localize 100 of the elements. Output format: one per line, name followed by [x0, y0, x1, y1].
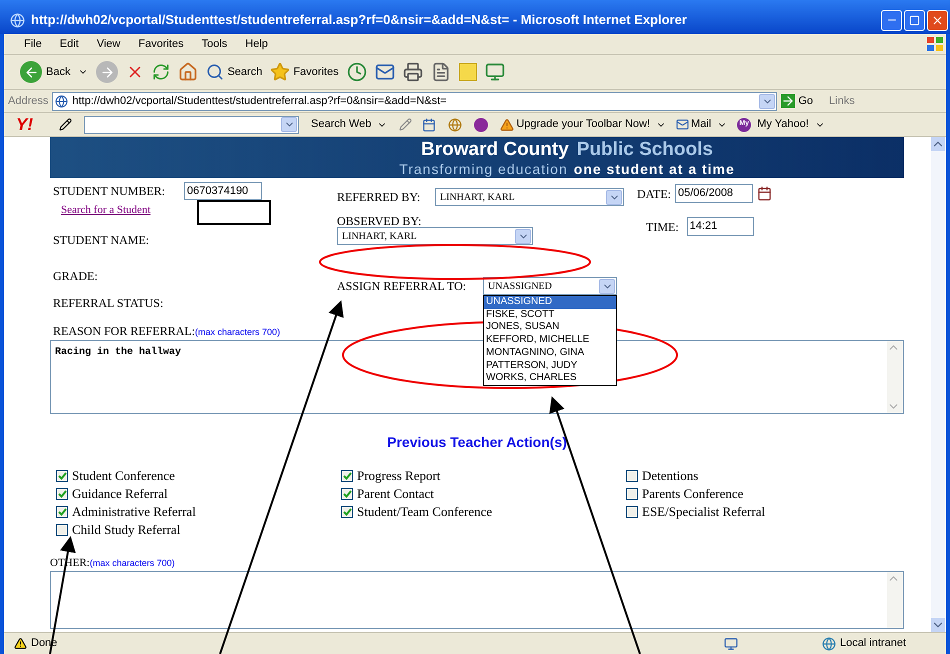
dropdown-arrow-button[interactable] — [759, 94, 776, 108]
search-student-link[interactable]: Search for a Student — [61, 202, 150, 218]
menu-item[interactable]: File — [24, 36, 42, 52]
banner-tagline-emphasis: one student at a time — [574, 162, 735, 176]
menu-item[interactable]: Tools — [202, 36, 228, 52]
field-label: GRADE: — [53, 268, 99, 284]
pencil-icon[interactable] — [59, 118, 72, 131]
checkbox-label: Administrative Referral — [72, 502, 196, 520]
field-label: REASON FOR REFERRAL: — [53, 322, 196, 340]
checkbox[interactable] — [626, 470, 638, 482]
dropdown-arrow-button[interactable] — [515, 228, 531, 244]
dropdown-option[interactable]: JONES, SUSAN — [484, 321, 616, 334]
checkbox-label: Parent Contact — [357, 484, 434, 502]
go-button[interactable]: Go — [781, 92, 814, 110]
my-yahoo-button[interactable]: My Yahoo! — [757, 116, 809, 133]
back-button[interactable]: Back — [20, 61, 70, 83]
printer-icon[interactable] — [402, 62, 423, 82]
dropdown-option[interactable]: MONTAGNINO, GINA — [484, 346, 616, 360]
section-heading: Previous Teacher Action(s) — [386, 432, 568, 452]
checkbox-label: Detentions — [642, 466, 698, 484]
checkbox-label: Student Conference — [72, 466, 175, 484]
dropdown-arrow-button[interactable] — [281, 117, 297, 132]
network-icon — [822, 636, 836, 650]
search-web-button[interactable]: Search Web — [311, 116, 372, 133]
links-label[interactable]: Links — [829, 92, 855, 110]
yahoo-logo[interactable]: Y! — [16, 112, 33, 138]
field-label: OBSERVED BY: — [337, 215, 422, 227]
banner-title-suffix: Public Schools — [576, 140, 713, 158]
date-field[interactable]: 05/06/2008 — [675, 184, 753, 203]
close-button[interactable] — [927, 10, 948, 30]
mail-button[interactable]: Mail — [676, 116, 712, 133]
banner-tagline: Transforming education — [399, 162, 568, 176]
calendar-icon[interactable] — [422, 118, 436, 132]
globe-icon[interactable] — [448, 118, 462, 132]
checkbox-label: Parents Conference — [642, 484, 744, 502]
checkbox[interactable] — [56, 470, 68, 482]
checkbox-label: Guidance Referral — [72, 484, 168, 502]
checkbox[interactable] — [626, 488, 638, 500]
yahoo-search-field[interactable] — [84, 116, 299, 134]
field-label: REFERRAL STATUS: — [53, 294, 164, 312]
checkbox[interactable] — [56, 488, 68, 500]
banner-title: Broward County — [421, 140, 569, 158]
upgrade-button[interactable]: Upgrade your Toolbar Now! — [500, 116, 650, 133]
checkbox-label: ESE/Specialist Referral — [642, 502, 766, 520]
history-icon[interactable] — [346, 62, 367, 82]
menu-item[interactable]: Help — [245, 36, 268, 52]
window-title: http://dwh02/vcportal/Studenttest/studentreferral.asp?rf=0&nsir=&add=N&st= - Microsoft Internet Explorer — [31, 11, 688, 30]
check-icon — [58, 508, 66, 516]
checkbox-label: Child Study Referral — [72, 520, 180, 538]
home-icon[interactable] — [178, 62, 198, 82]
scroll-down-icon[interactable] — [931, 618, 945, 632]
dropdown-option[interactable]: UNASSIGNED — [484, 296, 616, 309]
checkbox[interactable] — [626, 506, 638, 518]
dropdown-arrow-button[interactable] — [599, 278, 615, 294]
windows-logo-icon — [926, 36, 944, 52]
dropdown-option[interactable]: WORKS, CHARLES — [484, 372, 616, 385]
favorites-button[interactable]: Favorites — [270, 62, 339, 82]
mail-icon[interactable] — [374, 62, 395, 82]
character-limit-hint: (max characters 700) — [90, 556, 175, 570]
scrollbar[interactable] — [931, 137, 946, 632]
zone-text: Local intranet — [840, 636, 906, 652]
search-icon — [206, 63, 224, 81]
warning-icon — [14, 637, 27, 650]
refresh-icon[interactable] — [152, 63, 170, 81]
time-field[interactable]: 14:21 — [686, 217, 754, 236]
search-button[interactable]: Search — [206, 63, 262, 81]
scroll-up-icon[interactable] — [931, 137, 945, 151]
checkbox[interactable] — [56, 506, 68, 518]
checkbox[interactable] — [341, 506, 353, 518]
maximize-button[interactable] — [904, 10, 925, 30]
dropdown-arrow-button[interactable] — [606, 190, 622, 204]
assign-referral-select[interactable]: UNASSIGNED — [483, 277, 617, 295]
menu-item[interactable]: View — [96, 36, 120, 52]
minimize-button[interactable] — [881, 10, 902, 30]
other-text-area[interactable] — [50, 571, 904, 629]
check-icon — [58, 472, 66, 480]
address-label: Address — [8, 94, 48, 109]
check-icon — [342, 490, 352, 498]
referred-by-select[interactable]: LINHART, KARL — [435, 188, 624, 206]
maximize-icon — [909, 14, 920, 26]
student-number-field[interactable]: 0670374190 — [184, 182, 262, 200]
envelope-icon — [676, 118, 690, 131]
field-label: ASSIGN REFERRAL TO: — [337, 278, 468, 295]
observed-by-select[interactable]: LINHART, KARL — [337, 227, 533, 245]
warning-icon — [500, 118, 514, 132]
checkbox[interactable] — [56, 524, 68, 536]
menu-item[interactable]: Favorites — [138, 36, 184, 52]
dropdown-option[interactable]: FISKE, SCOTT — [484, 308, 616, 322]
star-icon — [270, 62, 290, 82]
field-label: TIME: — [646, 218, 679, 236]
field-label: STUDENT NAME: — [53, 232, 150, 248]
address-field[interactable]: http://dwh02/vcportal/Studenttest/studentreferral.asp?rf=0&nsir=&add=N&st= — [52, 92, 778, 110]
field-label: REFERRED BY: — [337, 189, 422, 206]
menu-item[interactable]: Edit — [60, 36, 79, 52]
field-label: DATE: — [637, 186, 671, 202]
checkbox[interactable] — [341, 470, 353, 482]
dropdown-option[interactable]: PATTERSON, JUDY — [484, 360, 616, 372]
checkbox[interactable] — [341, 488, 353, 500]
calendar-icon[interactable] — [757, 186, 772, 201]
browser-icon — [10, 12, 25, 28]
